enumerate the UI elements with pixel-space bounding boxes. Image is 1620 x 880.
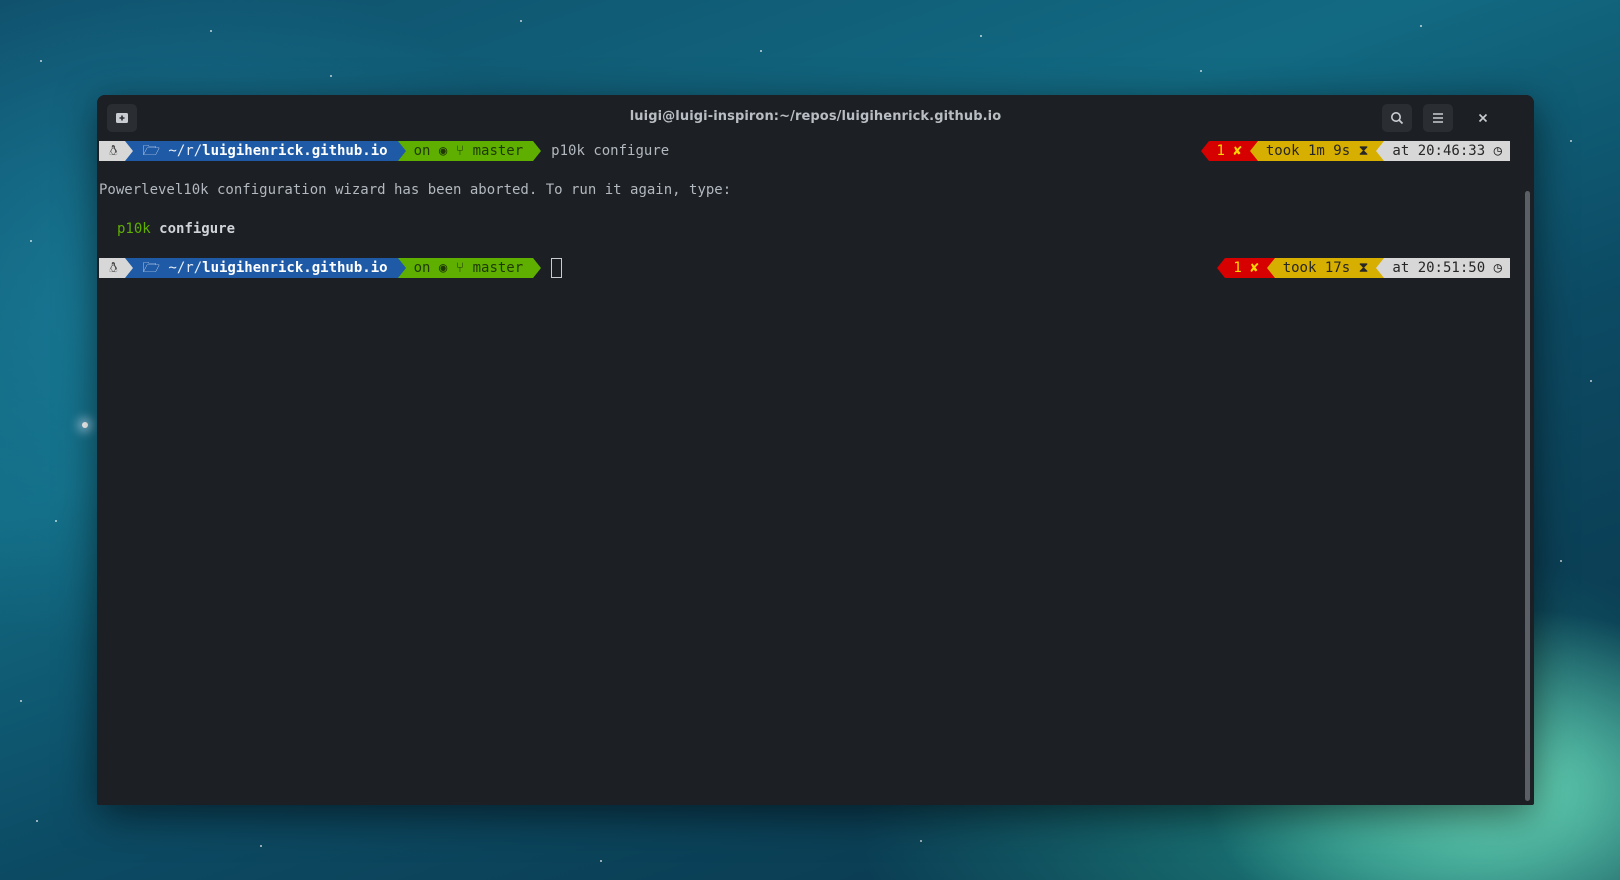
dir-name: luigihenrick.github.io bbox=[202, 260, 388, 276]
text-cursor[interactable] bbox=[551, 258, 563, 278]
clock-icon: ◷ bbox=[1493, 143, 1502, 159]
title-bar: luigi@luigi-inspiron:~/repos/luigihenric… bbox=[97, 95, 1534, 141]
time: at 20:51:50 bbox=[1392, 260, 1486, 276]
github-icon: ◉ bbox=[438, 143, 448, 159]
folder-icon: 🗁︎ bbox=[142, 143, 169, 159]
time-segment: at 20:46:33 ◷ bbox=[1384, 141, 1510, 161]
branch-name: master bbox=[472, 143, 524, 159]
linux-penguin-icon: 🐧︎ bbox=[99, 258, 125, 278]
exit-status: 1 bbox=[1216, 143, 1225, 159]
github-icon: ◉ bbox=[438, 260, 448, 276]
prompt-right: 1 ✘ took 1m 9s ⧗ at 20:46:33 ◷ bbox=[1200, 141, 1510, 161]
git-on: on bbox=[413, 143, 431, 159]
prompt-left-2: 🐧︎ 🗁︎ ~/r/luigihenrick.github.io on ◉ ⑂ ma… bbox=[99, 258, 563, 278]
hamburger-menu-icon[interactable] bbox=[1423, 104, 1453, 132]
prompt-right-2: 1 ✘ took 17s ⧗ at 20:51:50 ◷ bbox=[1217, 258, 1510, 278]
cross-icon: ✘ bbox=[1233, 143, 1242, 159]
time-segment: at 20:51:50 ◷ bbox=[1384, 258, 1510, 278]
search-icon[interactable] bbox=[1382, 104, 1412, 132]
command-text: p10k configure bbox=[551, 143, 670, 159]
close-icon[interactable] bbox=[1468, 104, 1498, 132]
window-title: luigi@luigi-inspiron:~/repos/luigihenric… bbox=[629, 109, 1002, 124]
dir-prefix: ~/r/ bbox=[168, 143, 203, 159]
hint-argument: configure bbox=[159, 221, 236, 237]
directory-segment: 🗁︎ ~/r/luigihenrick.github.io bbox=[132, 258, 398, 278]
duration-segment: took 17s ⧗ bbox=[1274, 258, 1377, 278]
dir-name: luigihenrick.github.io bbox=[202, 143, 388, 159]
hourglass-icon: ⧗ bbox=[1358, 143, 1369, 159]
hourglass-icon: ⧗ bbox=[1358, 260, 1369, 276]
git-on: on bbox=[413, 260, 431, 276]
cross-icon: ✘ bbox=[1250, 260, 1259, 276]
duration-segment: took 1m 9s ⧗ bbox=[1257, 141, 1377, 161]
exit-status-segment: 1 ✘ bbox=[1225, 258, 1267, 278]
terminal-window: luigi@luigi-inspiron:~/repos/luigihenric… bbox=[97, 95, 1534, 805]
scrollbar[interactable] bbox=[1525, 191, 1530, 801]
duration: took 1m 9s bbox=[1265, 143, 1351, 159]
branch-name: master bbox=[472, 260, 524, 276]
git-branch-icon: ⑂ bbox=[455, 143, 465, 159]
prompt-left: 🐧︎ 🗁︎ ~/r/luigihenrick.github.io on ◉ ⑂ ma… bbox=[99, 141, 669, 161]
git-segment: on ◉ ⑂ master bbox=[405, 141, 534, 161]
clock-icon: ◷ bbox=[1493, 260, 1502, 276]
terminal-content[interactable]: 🐧︎ 🗁︎ ~/r/luigihenrick.github.io on ◉ ⑂ ma… bbox=[97, 141, 1534, 805]
hint-line: p10k configure bbox=[117, 219, 235, 239]
folder-icon: 🗁︎ bbox=[142, 260, 169, 276]
dir-prefix: ~/r/ bbox=[168, 260, 203, 276]
hint-command: p10k bbox=[117, 221, 151, 237]
directory-segment: 🗁︎ ~/r/luigihenrick.github.io bbox=[132, 141, 398, 161]
output-message: Powerlevel10k configuration wizard has b… bbox=[99, 182, 732, 198]
exit-status: 1 bbox=[1233, 260, 1242, 276]
git-branch-icon: ⑂ bbox=[455, 260, 465, 276]
duration: took 17s bbox=[1282, 260, 1351, 276]
linux-penguin-icon: 🐧︎ bbox=[99, 141, 125, 161]
exit-status-segment: 1 ✘ bbox=[1208, 141, 1250, 161]
time: at 20:46:33 bbox=[1392, 143, 1486, 159]
git-segment: on ◉ ⑂ master bbox=[405, 258, 534, 278]
